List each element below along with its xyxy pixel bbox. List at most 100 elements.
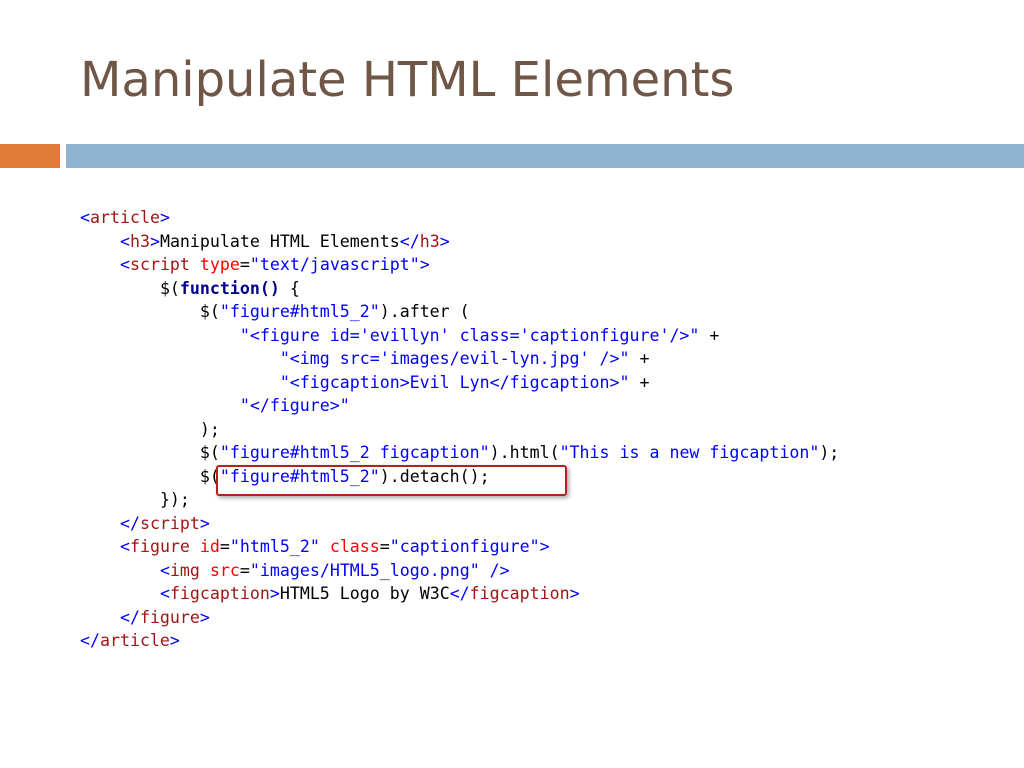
- code-line-3: <script type="text/javascript">: [80, 253, 839, 277]
- code-line-18: </figure>: [80, 606, 839, 630]
- code-line-19: </article>: [80, 629, 839, 653]
- code-token: </: [119, 513, 140, 533]
- code-token: script: [139, 513, 200, 533]
- code-token: +: [629, 349, 650, 368]
- code-token: "captionfigure": [389, 537, 540, 556]
- code-token: </: [399, 231, 420, 251]
- code-token: +: [629, 372, 650, 392]
- code-line-8: "<figcaption>Evil Lyn</figcaption>" +: [80, 371, 839, 395]
- code-token: HTML5 Logo by W3C: [279, 584, 450, 603]
- code-line-6: "<figure id='evillyn' class='captionfigu…: [80, 324, 839, 348]
- code-token: h3: [129, 231, 150, 251]
- slide: Manipulate HTML Elements <article> <h3>M…: [0, 0, 1024, 768]
- code-token: <: [119, 231, 130, 251]
- code-token: Manipulate HTML Elements: [159, 231, 400, 251]
- code-token: class: [329, 537, 380, 556]
- code-token: article: [90, 208, 160, 227]
- code-token: >: [169, 631, 180, 650]
- code-token: type: [199, 255, 240, 274]
- code-token: id: [199, 537, 220, 556]
- code-token: <: [119, 255, 130, 274]
- code-line-9: "</figure>": [80, 394, 839, 418]
- code-highlight-box: [216, 465, 567, 496]
- code-token: </: [449, 584, 470, 603]
- code-token: $(: [199, 443, 220, 462]
- code-token: "text/javascript": [249, 255, 420, 274]
- code-token: />: [479, 560, 510, 580]
- code-token: "<figcaption>Evil Lyn</figcaption>": [279, 372, 630, 392]
- code-token: article: [99, 631, 170, 650]
- code-token: >: [419, 255, 430, 274]
- code-token: >: [159, 208, 170, 227]
- code-token: <: [159, 560, 170, 580]
- code-token: >: [149, 231, 160, 251]
- code-token: {: [279, 278, 300, 298]
- code-line-10: );: [80, 418, 839, 442]
- code-line-16: <img src="images/HTML5_logo.png" />: [80, 559, 839, 583]
- code-token: figcaption: [169, 584, 270, 603]
- code-token: "<img src='images/evil-lyn.jpg' />": [279, 349, 630, 368]
- code-block: <article> <h3>Manipulate HTML Elements</…: [80, 206, 839, 653]
- code-token: >: [569, 584, 580, 603]
- code-token: figure: [129, 537, 190, 556]
- code-token: "images/HTML5_logo.png": [249, 560, 480, 580]
- code-token: img: [169, 560, 200, 580]
- code-token: </: [119, 607, 140, 627]
- code-token: >: [269, 584, 280, 603]
- code-line-15: <figure id="html5_2" class="captionfigur…: [80, 535, 839, 559]
- code-line-14: </script>: [80, 512, 839, 536]
- code-token: =: [239, 255, 250, 274]
- code-token: >: [439, 231, 450, 251]
- code-line-4: $(function() {: [80, 277, 839, 301]
- slide-title: Manipulate HTML Elements: [80, 52, 735, 108]
- code-line-17: <figcaption>HTML5 Logo by W3C</figcaptio…: [80, 582, 839, 606]
- accent-bar-orange: [0, 144, 60, 168]
- code-line-2: <h3>Manipulate HTML Elements</h3>: [80, 230, 839, 254]
- accent-bar-blue: [66, 144, 1024, 168]
- code-token: );: [199, 419, 220, 439]
- code-token: >: [539, 537, 550, 556]
- code-token: src: [209, 560, 240, 580]
- code-token: h3: [419, 231, 440, 251]
- code-token: "html5_2": [229, 537, 320, 556]
- code-token: "figure#html5_2": [219, 302, 380, 321]
- code-token: "<figure id='evillyn' class='captionfigu…: [239, 325, 700, 345]
- code-token: =: [379, 537, 390, 556]
- code-token: +: [699, 325, 720, 345]
- code-token: ).html(: [489, 443, 560, 462]
- code-token: });: [159, 490, 190, 509]
- code-token: ).after (: [379, 302, 470, 321]
- code-token: "This is a new figcaption": [559, 443, 820, 462]
- code-token: script: [129, 255, 190, 274]
- code-token: );: [819, 443, 840, 462]
- code-line-1: <article>: [80, 206, 839, 230]
- code-token: function(): [179, 278, 280, 298]
- code-token: <: [159, 584, 170, 603]
- code-token: >: [199, 607, 210, 627]
- code-token: <: [80, 208, 90, 227]
- code-token: "figure#html5_2 figcaption": [219, 443, 490, 462]
- code-token: $(: [159, 278, 180, 298]
- code-token: <: [119, 537, 130, 556]
- code-line-11: $("figure#html5_2 figcaption").html("Thi…: [80, 441, 839, 465]
- code-line-7: "<img src='images/evil-lyn.jpg' />" +: [80, 347, 839, 371]
- code-line-5: $("figure#html5_2").after (: [80, 300, 839, 324]
- code-token: >: [199, 513, 210, 533]
- code-token: "</figure>": [239, 396, 350, 415]
- code-token: =: [239, 560, 250, 580]
- code-token: figure: [139, 607, 200, 627]
